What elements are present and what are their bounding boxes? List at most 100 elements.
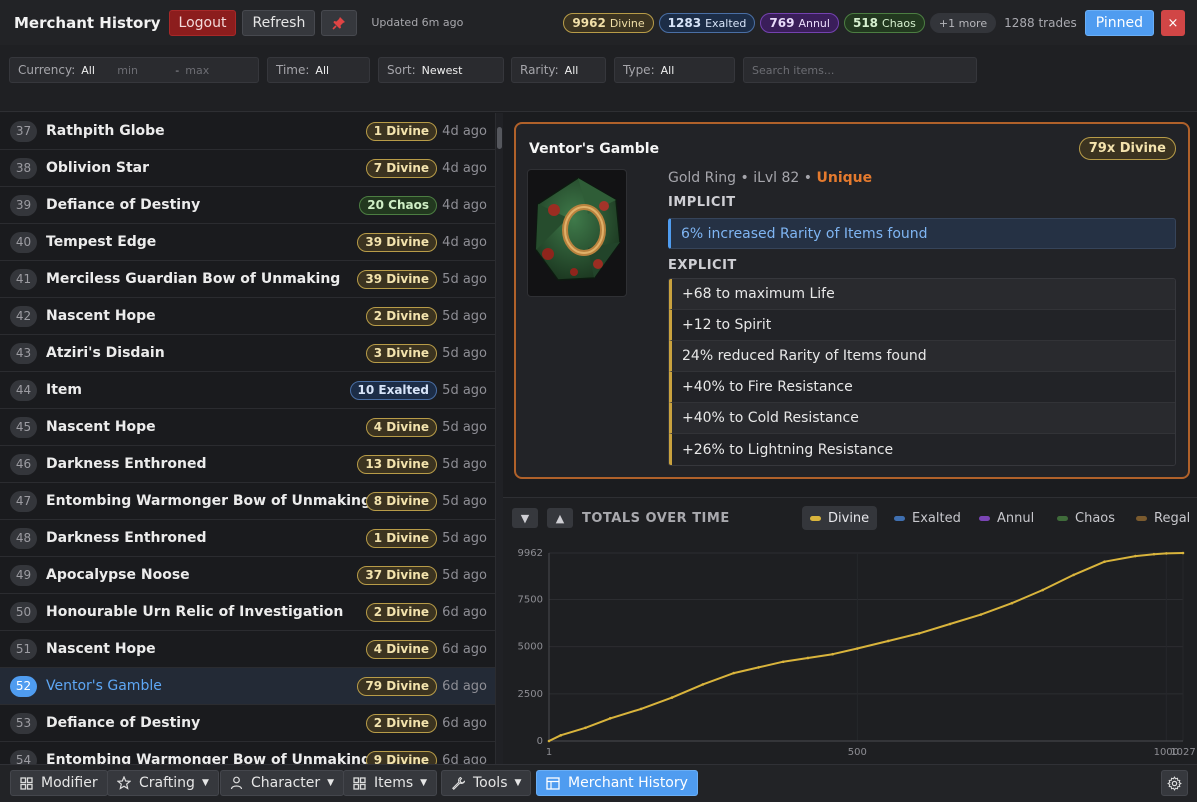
- max-price-input[interactable]: max: [185, 64, 209, 77]
- row-price-badge: 39 Divine: [357, 232, 437, 252]
- pinned-toggle-button[interactable]: Pinned: [1084, 10, 1154, 36]
- row-price-badge: 10 Exalted: [349, 380, 437, 400]
- trade-row[interactable]: 42 Nascent Hope 2 Divine 5d ago: [0, 298, 495, 335]
- legend-item-exalted[interactable]: Exalted: [886, 506, 969, 530]
- currency-filter-value[interactable]: All: [81, 64, 117, 77]
- row-time: 5d ago: [442, 419, 487, 435]
- search-input[interactable]: Search items...: [743, 57, 977, 83]
- data-point: [670, 696, 674, 699]
- row-index-badge: 51: [10, 638, 37, 660]
- crafting-label: Crafting: [139, 775, 195, 791]
- row-item-name: Nascent Hope: [46, 641, 156, 657]
- legend-label: Exalted: [912, 510, 961, 526]
- settings-button[interactable]: [1161, 770, 1188, 796]
- trade-row[interactable]: 53 Defiance of Destiny 2 Divine 6d ago: [0, 705, 495, 742]
- rarity-filter-label: Rarity:: [520, 63, 559, 77]
- row-index-badge: 42: [10, 305, 37, 327]
- row-price-badge: 39 Divine: [357, 269, 437, 289]
- trade-row[interactable]: 43 Atziri's Disdain 3 Divine 5d ago: [0, 335, 495, 372]
- trade-row[interactable]: 47 Entombing Warmonger Bow of Unmaking 8 D…: [0, 483, 495, 520]
- filter-bar: Currency: All min - max Time: All Sort: …: [0, 45, 1197, 112]
- currency-filter[interactable]: Currency: All min - max: [9, 57, 259, 83]
- row-price-badge: 13 Divine: [357, 454, 437, 474]
- row-time: 4d ago: [442, 234, 487, 250]
- logout-button[interactable]: Logout: [168, 9, 237, 36]
- trade-row[interactable]: 41 Merciless Guardian Bow of Unmaking 39 D…: [0, 261, 495, 298]
- trade-row[interactable]: 48 Darkness Enthroned 1 Divine 5d ago: [0, 520, 495, 557]
- trade-row[interactable]: 46 Darkness Enthroned 13 Divine 5d ago: [0, 446, 495, 483]
- trade-row[interactable]: 45 Nascent Hope 4 Divine 5d ago: [0, 409, 495, 446]
- more-currencies-badge[interactable]: +1 more: [929, 13, 997, 33]
- trade-row[interactable]: 49 Apocalypse Noose 37 Divine 5d ago: [0, 557, 495, 594]
- legend-item-chaos[interactable]: Chaos: [1049, 506, 1123, 530]
- items-menu-button[interactable]: Items ▼: [343, 770, 438, 796]
- row-item-name: Apocalypse Noose: [46, 567, 190, 583]
- crafting-menu-button[interactable]: Crafting ▼: [107, 770, 219, 796]
- row-item-name: Honourable Urn Relic of Investigation: [46, 604, 344, 620]
- data-point: [639, 707, 643, 711]
- type-filter[interactable]: Type: All: [614, 57, 735, 83]
- row-item-name: Ventor's Gamble: [46, 678, 162, 694]
- row-item-name: Merciless Guardian Bow of Unmaking: [46, 271, 341, 287]
- trade-row[interactable]: 38 Oblivion Star 7 Divine 4d ago: [0, 150, 495, 187]
- row-index-badge: 53: [10, 712, 37, 734]
- item-detail-card: Ventor's Gamble 79x Divine Gold Ring • i…: [514, 122, 1190, 479]
- row-time: 6d ago: [442, 752, 487, 765]
- totals-chart-panel: ▼ ▲ TOTALS OVER TIME Divine Exalted Annul C…: [503, 497, 1197, 764]
- trade-row[interactable]: 50 Honourable Urn Relic of Investigation 2…: [0, 594, 495, 631]
- wrench-icon: [452, 776, 465, 790]
- data-point: [1072, 573, 1075, 577]
- tools-menu-button[interactable]: Tools ▼: [441, 770, 532, 796]
- rarity-filter[interactable]: Rarity: All: [511, 57, 606, 83]
- header-summary: 9962 Divine 1283 Exalted 769 Annul 518 Chaos…: [558, 10, 1185, 36]
- trade-row[interactable]: 52 Ventor's Gamble 79 Divine 6d ago: [0, 668, 495, 705]
- legend-label: Chaos: [1075, 510, 1116, 526]
- currency-amount: 9962: [572, 16, 606, 30]
- data-point: [856, 647, 859, 650]
- row-item-name: Darkness Enthroned: [46, 530, 207, 546]
- min-price-input[interactable]: min: [117, 64, 175, 77]
- modifier-label: Modifier: [41, 775, 98, 791]
- time-filter[interactable]: Time: All: [267, 57, 370, 83]
- currency-filter-label: Currency:: [18, 63, 76, 77]
- row-time: 5d ago: [442, 530, 487, 546]
- close-button[interactable]: ×: [1161, 10, 1185, 36]
- trade-row[interactable]: 37 Rathpith Globe 1 Divine 4d ago: [0, 113, 495, 150]
- legend-item-divine[interactable]: Divine: [802, 506, 878, 530]
- trade-row[interactable]: 51 Nascent Hope 4 Divine 6d ago: [0, 631, 495, 668]
- trade-row[interactable]: 39 Defiance of Destiny 20 Chaos 4d ago: [0, 187, 495, 224]
- legend-item-annul[interactable]: Annul: [971, 506, 1042, 530]
- item-price-badge: 79x Divine: [1078, 137, 1176, 160]
- character-label: Character: [251, 775, 321, 791]
- list-scrollbar[interactable]: [495, 113, 503, 764]
- star-icon: [117, 776, 131, 790]
- trade-row[interactable]: 40 Tempest Edge 39 Divine 4d ago: [0, 224, 495, 261]
- character-menu-button[interactable]: Character ▼: [220, 770, 345, 796]
- refresh-button[interactable]: Refresh: [242, 9, 316, 36]
- y-tick-label: 5000: [518, 642, 543, 653]
- explicit-mod: +40% to Cold Resistance: [669, 403, 1175, 434]
- trade-row[interactable]: 54 Entombing Warmonger Bow of Unmaking 9 D…: [0, 742, 495, 764]
- expand-chart-button[interactable]: ▲: [547, 508, 573, 528]
- row-item-name: Defiance of Destiny: [46, 715, 201, 731]
- row-price-badge: 2 Divine: [365, 713, 437, 733]
- collapse-chart-button[interactable]: ▼: [512, 508, 538, 528]
- list-scrollbar-thumb[interactable]: [497, 127, 502, 149]
- sort-select[interactable]: Sort: Newest: [378, 57, 504, 83]
- data-point: [732, 671, 736, 675]
- type-filter-label: Type:: [623, 63, 655, 77]
- row-time: 5d ago: [442, 308, 487, 324]
- modifier-button[interactable]: Modifier: [10, 770, 108, 796]
- type-filter-value: All: [660, 63, 675, 77]
- chevron-down-icon: ▼: [327, 778, 335, 788]
- legend-item-regal[interactable]: Regal: [1128, 506, 1197, 530]
- data-point: [1103, 560, 1106, 564]
- chevron-down-icon: ▼: [201, 778, 209, 788]
- trade-row[interactable]: 44 Item 10 Exalted 5d ago: [0, 372, 495, 409]
- item-rarity: Unique: [816, 170, 873, 186]
- merchant-history-tab[interactable]: Merchant History: [536, 770, 698, 796]
- explicit-mod: +68 to maximum Life: [669, 279, 1175, 310]
- row-item-name: Entombing Warmonger Bow of Unmaking: [46, 752, 372, 764]
- pin-button[interactable]: [321, 9, 358, 36]
- x-tick-label: 500: [848, 747, 867, 758]
